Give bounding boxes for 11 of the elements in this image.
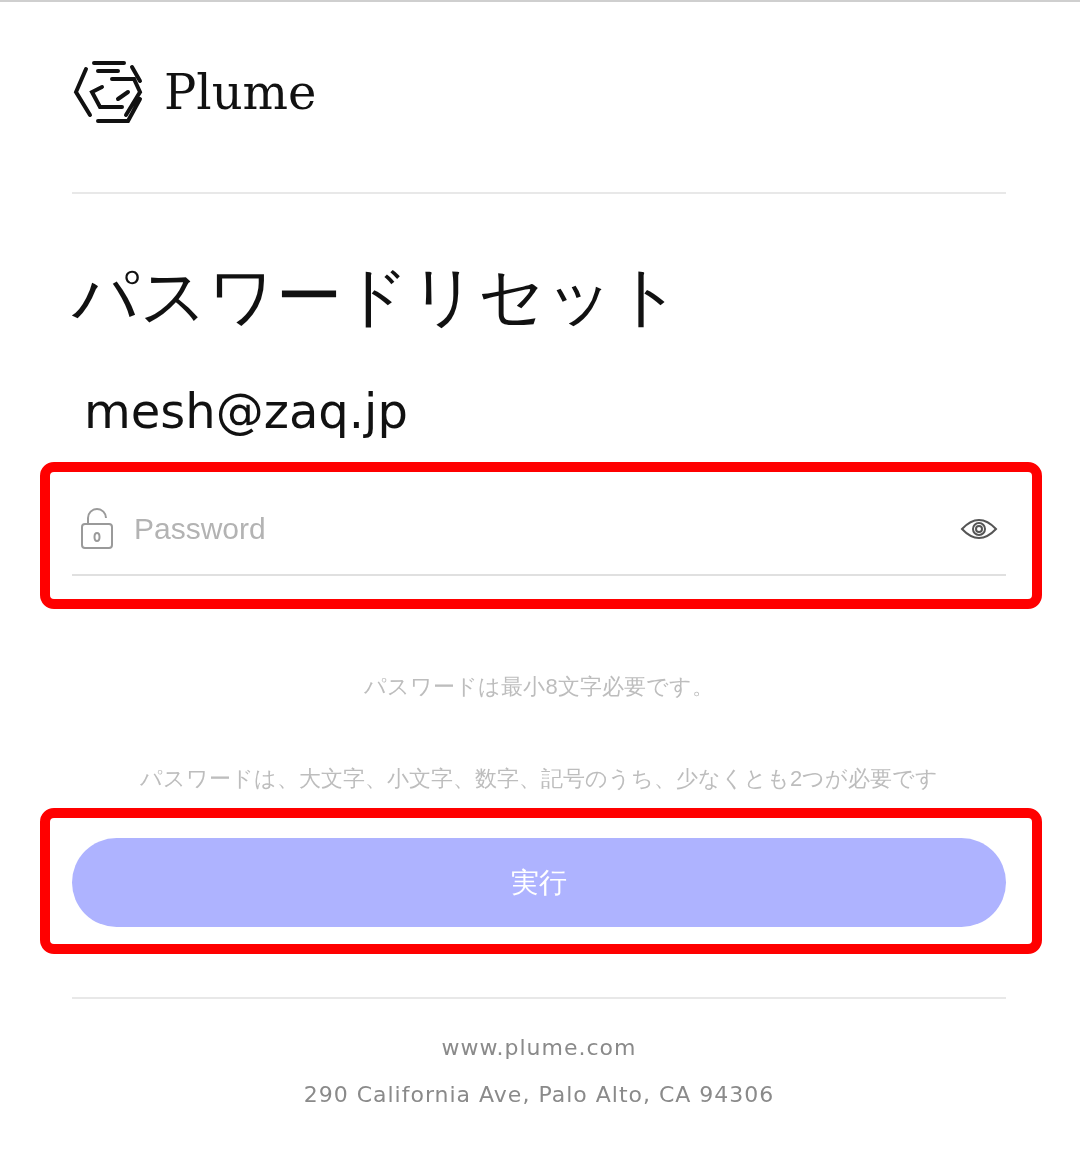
- account-email: mesh@zaq.jp: [84, 382, 409, 441]
- password-field[interactable]: Password: [132, 511, 942, 547]
- address-text: 290 California Ave, Palo Alto, CA 94306: [302, 1082, 776, 1107]
- password-hint: パスワードは、大文字、小文字、数字、記号のうち、少なくとも2つが必要です: [138, 765, 940, 793]
- password-hint: パスワードは最小8文字必要です。: [363, 673, 715, 701]
- website-text: www.plume.com: [440, 1035, 638, 1060]
- eye-icon[interactable]: [960, 517, 998, 541]
- page-title: パスワードリセット: [72, 258, 683, 335]
- brand-name: Plume: [164, 64, 317, 120]
- lock-icon: [80, 508, 114, 550]
- logo-icon: [72, 59, 144, 125]
